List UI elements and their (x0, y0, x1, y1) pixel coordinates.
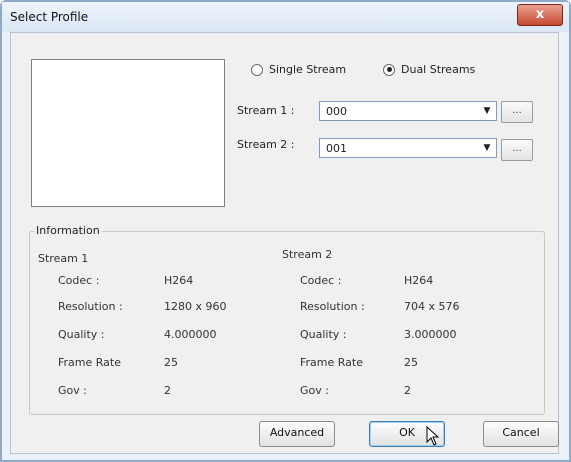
stream1-resolution-value: 1280 x 960 (164, 300, 227, 313)
stream1-label: Stream 1 : (237, 104, 295, 117)
chevron-down-icon[interactable]: ▼ (480, 141, 494, 155)
stream2-codec-value: H264 (404, 274, 434, 287)
cancel-label: Cancel (502, 426, 540, 439)
cancel-button[interactable]: Cancel (483, 421, 559, 447)
stream1-gov-value: 2 (164, 384, 171, 397)
dialog-body: Single Stream Dual Streams Stream 1 : 00… (10, 32, 559, 454)
mouse-cursor-icon (426, 426, 440, 446)
stream2-browse-button[interactable]: ... (501, 139, 533, 161)
browse-label: ... (512, 105, 522, 116)
stream2-label: Stream 2 : (237, 138, 295, 151)
information-title: Information (34, 224, 102, 237)
stream1-gov-label: Gov : (58, 384, 87, 397)
stream2-framerate-label: Frame Rate (300, 356, 363, 369)
dual-streams-radio[interactable] (383, 63, 395, 76)
stream1-header: Stream 1 (38, 252, 89, 265)
title-bar: Select Profile x (2, 2, 569, 32)
stream2-resolution-label: Resolution : (300, 300, 365, 313)
advanced-button[interactable]: Advanced (259, 421, 335, 447)
stream1-quality-label: Quality : (58, 328, 105, 341)
stream1-select[interactable]: 000 ▼ (319, 101, 497, 121)
stream1-browse-button[interactable]: ... (501, 101, 533, 123)
stream1-codec-value: H264 (164, 274, 194, 287)
stream2-value: 001 (326, 142, 347, 155)
stream1-resolution-label: Resolution : (58, 300, 123, 313)
browse-label: ... (512, 143, 522, 154)
stream1-quality-value: 4.000000 (164, 328, 217, 341)
dual-streams-label: Dual Streams (401, 63, 476, 76)
video-preview (31, 59, 225, 207)
single-stream-option[interactable]: Single Stream (251, 63, 346, 76)
select-profile-dialog: Select Profile x Single Stream Dual Stre… (0, 0, 571, 462)
stream1-codec-label: Codec : (58, 274, 100, 287)
stream2-quality-value: 3.000000 (404, 328, 457, 341)
stream2-gov-value: 2 (404, 384, 411, 397)
close-button[interactable]: x (517, 4, 563, 26)
stream2-gov-label: Gov : (300, 384, 329, 397)
stream1-framerate-value: 25 (164, 356, 178, 369)
dual-streams-option[interactable]: Dual Streams (383, 63, 475, 76)
stream2-codec-label: Codec : (300, 274, 342, 287)
single-stream-radio[interactable] (251, 63, 263, 76)
stream2-quality-label: Quality : (300, 328, 347, 341)
stream2-select[interactable]: 001 ▼ (319, 138, 497, 158)
stream2-framerate-value: 25 (404, 356, 418, 369)
close-icon: x (535, 7, 545, 22)
chevron-down-icon[interactable]: ▼ (480, 104, 494, 118)
stream2-header: Stream 2 (282, 248, 333, 261)
advanced-label: Advanced (269, 426, 325, 439)
stream1-framerate-label: Frame Rate (58, 356, 121, 369)
single-stream-label: Single Stream (269, 63, 347, 76)
information-group: Information Stream 1 Codec : H264 Resolu… (29, 224, 545, 415)
stream2-resolution-value: 704 x 576 (404, 300, 460, 313)
ok-label: OK (399, 426, 415, 439)
stream1-value: 000 (326, 105, 347, 118)
dialog-title: Select Profile (10, 10, 89, 24)
